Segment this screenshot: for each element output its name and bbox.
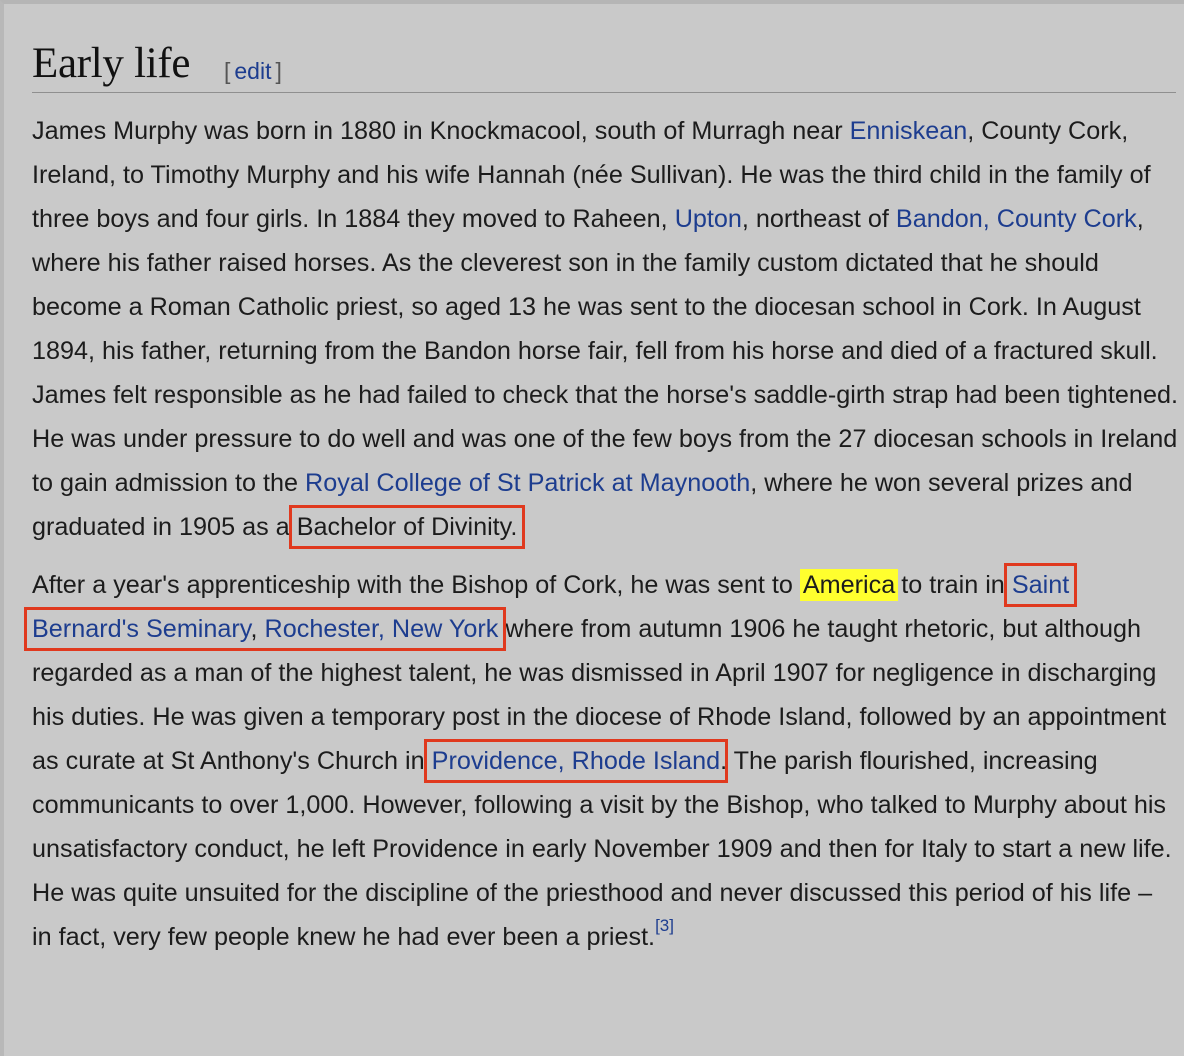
edit-link[interactable]: edit: [234, 58, 271, 84]
page-frame: Early life [edit] James Murphy was born …: [0, 0, 1184, 1056]
section-title: Early life: [32, 40, 191, 87]
link-separator: ,: [250, 615, 265, 643]
edit-bracket-open: [: [224, 58, 231, 84]
para1-text-4: , where his father raised horses. As the…: [32, 205, 1178, 497]
para2-text-2: to train in: [901, 571, 1012, 599]
edit-bracket-close: ]: [275, 58, 282, 84]
link-bandon-county-cork[interactable]: Bandon, County Cork: [896, 205, 1137, 233]
article-section: Early life [edit] James Murphy was born …: [23, 34, 1178, 959]
boxed-providence: Providence, Rhode Island: [423, 739, 729, 783]
section-heading: Early life [edit]: [32, 34, 1176, 93]
highlight-america: America: [799, 569, 899, 601]
paragraph-2: After a year's apprenticeship with the B…: [23, 563, 1178, 959]
para1-text-1: James Murphy was born in 1880 in Knockma…: [32, 117, 850, 145]
para2-text-4: . The parish flourished, increasing comm…: [32, 747, 1172, 951]
link-royal-college-maynooth[interactable]: Royal College of St Patrick at Maynooth: [305, 469, 750, 497]
para1-text-3: , northeast of: [741, 205, 896, 233]
boxed-bachelor-of-divinity: Bachelor of Divinity.: [288, 505, 526, 549]
reference-3[interactable]: [3]: [655, 916, 674, 935]
paragraph-1: James Murphy was born in 1880 in Knockma…: [32, 109, 1178, 549]
link-enniskean[interactable]: Enniskean: [850, 117, 968, 145]
link-upton[interactable]: Upton: [675, 205, 742, 233]
link-providence-rhode-island[interactable]: Providence, Rhode Island: [432, 747, 720, 775]
para2-text-1: After a year's apprenticeship with the B…: [32, 571, 800, 599]
edit-section: [edit]: [224, 56, 282, 86]
link-rochester-new-york[interactable]: Rochester, New York: [265, 615, 499, 643]
